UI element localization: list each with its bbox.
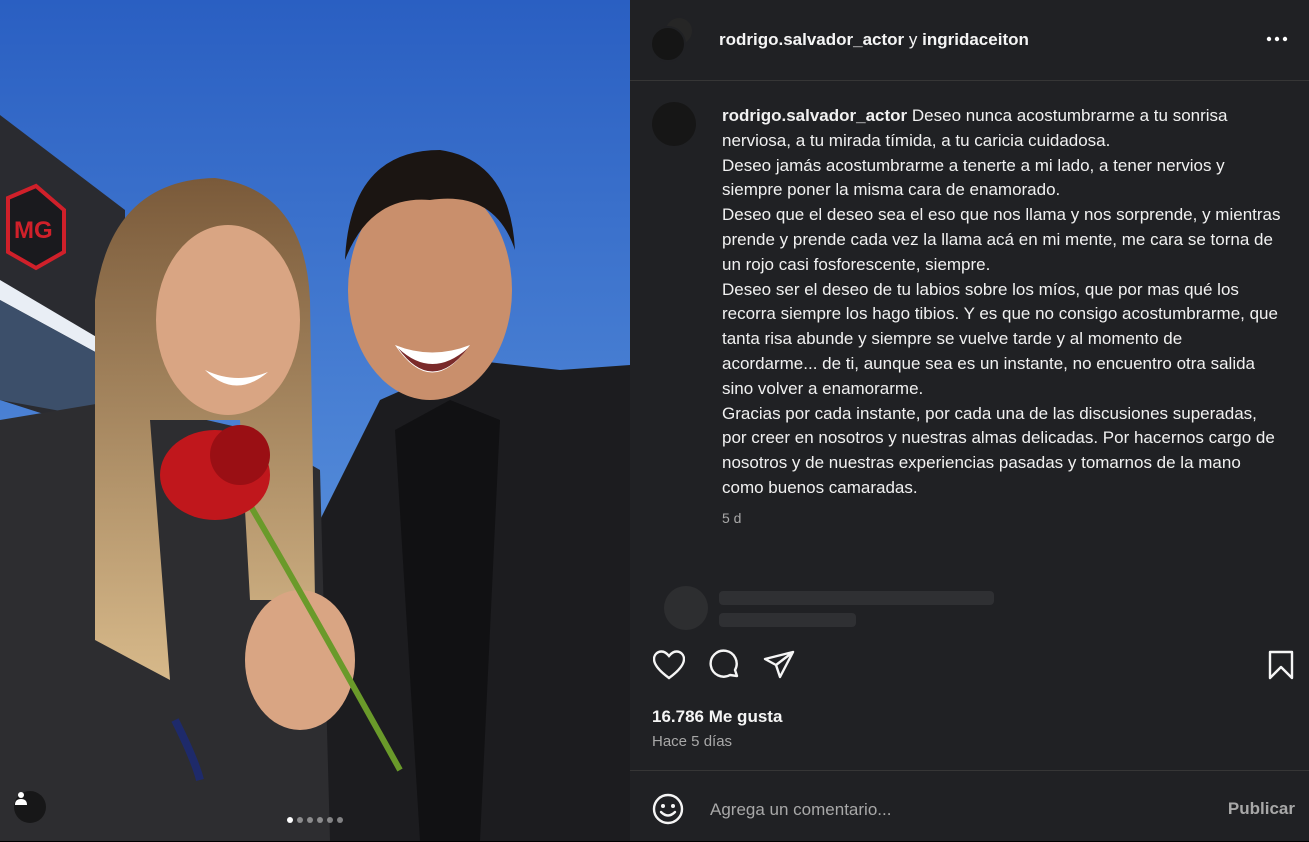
avatar[interactable] (652, 102, 696, 146)
save-button[interactable] (1264, 648, 1298, 682)
post-details-panel: rodrigo.salvador_actor y ingridaceiton r… (630, 0, 1309, 841)
post-actions-bar (630, 640, 1309, 690)
caption-paragraph: Deseo jamás acostumbrarme a tenerte a mi… (722, 155, 1225, 200)
bookmark-icon (1268, 650, 1294, 680)
skeleton-line (719, 613, 856, 627)
svg-text:MG: MG (14, 217, 53, 244)
caption-text: rodrigo.salvador_actor Deseo nunca acost… (722, 104, 1282, 501)
carousel-dot (337, 817, 343, 823)
user-tag-icon (15, 792, 27, 805)
carousel-dot (287, 817, 293, 823)
avatar (650, 26, 686, 62)
post-media[interactable]: MG (0, 0, 630, 841)
more-horizontal-icon (1266, 36, 1288, 42)
instagram-post-modal: MG rodrigo.salvador_actor y ingridaceito… (0, 0, 1309, 841)
caption-paragraph: Gracias por cada instante, por cada una … (722, 403, 1275, 497)
owners-joiner: y (908, 30, 918, 49)
skeleton-avatar (664, 586, 708, 630)
caption-username-link[interactable]: rodrigo.salvador_actor (722, 106, 907, 125)
caption-paragraph: Deseo que el deseo sea el eso que nos ll… (722, 205, 1281, 274)
heart-icon (653, 650, 685, 680)
photo-illustration: MG (0, 0, 630, 841)
carousel-dot (327, 817, 333, 823)
owner-username-link[interactable]: rodrigo.salvador_actor (719, 30, 904, 49)
share-button[interactable] (762, 648, 796, 682)
like-button[interactable] (652, 648, 686, 682)
add-comment-bar: Publicar (630, 770, 1309, 842)
likes-count[interactable]: 16.786 Me gusta (652, 707, 782, 727)
owners-avatar[interactable] (650, 16, 694, 62)
comment-button[interactable] (708, 648, 742, 682)
send-icon (763, 650, 795, 679)
caption-timestamp[interactable]: 5 d (722, 510, 741, 526)
publish-button[interactable]: Publicar (1228, 799, 1295, 819)
caption-paragraph: Deseo ser el deseo de tu labios sobre lo… (722, 279, 1278, 398)
post-date[interactable]: Hace 5 días (652, 733, 732, 750)
emoji-icon (652, 793, 684, 825)
carousel-dot (297, 817, 303, 823)
carousel-dot (317, 817, 323, 823)
owner-username-link[interactable]: ingridaceiton (922, 30, 1029, 49)
comment-icon (709, 649, 739, 678)
carousel-indicator (0, 817, 630, 823)
emoji-button[interactable] (652, 793, 684, 825)
skeleton-line (719, 591, 994, 605)
carousel-dot (307, 817, 313, 823)
post-owners: rodrigo.salvador_actor y ingridaceiton (719, 30, 1029, 50)
more-options-button[interactable] (1265, 28, 1289, 48)
comment-input[interactable] (708, 793, 1212, 827)
post-header: rodrigo.salvador_actor y ingridaceiton (630, 0, 1309, 81)
